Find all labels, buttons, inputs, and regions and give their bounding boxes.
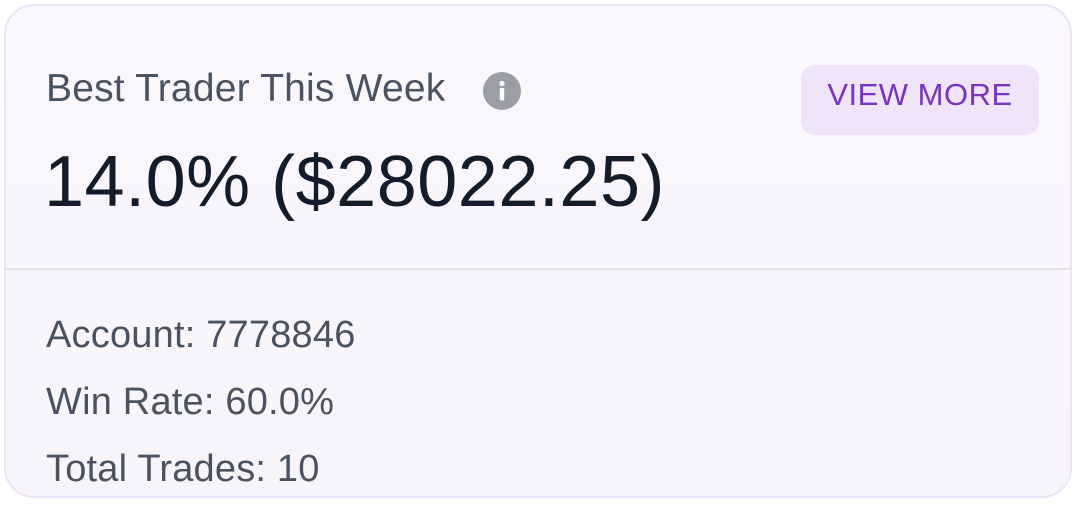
view-more-button[interactable]: VIEW MORE [801, 65, 1039, 135]
divider [6, 268, 1070, 270]
card-title: Best Trader This Week [46, 66, 446, 110]
card-header: Best Trader This Week [46, 66, 522, 110]
account-stat: Account: 7778846 [46, 314, 356, 356]
info-icon[interactable] [483, 72, 522, 110]
total-trades-stat: Total Trades: 10 [46, 448, 320, 490]
info-glyph [499, 80, 506, 101]
performance-value: 14.0% ($28022.25) [44, 142, 665, 222]
win-rate-stat: Win Rate: 60.0% [46, 381, 335, 423]
best-trader-card: Best Trader This Week VIEW MORE 14.0% ($… [4, 4, 1072, 498]
